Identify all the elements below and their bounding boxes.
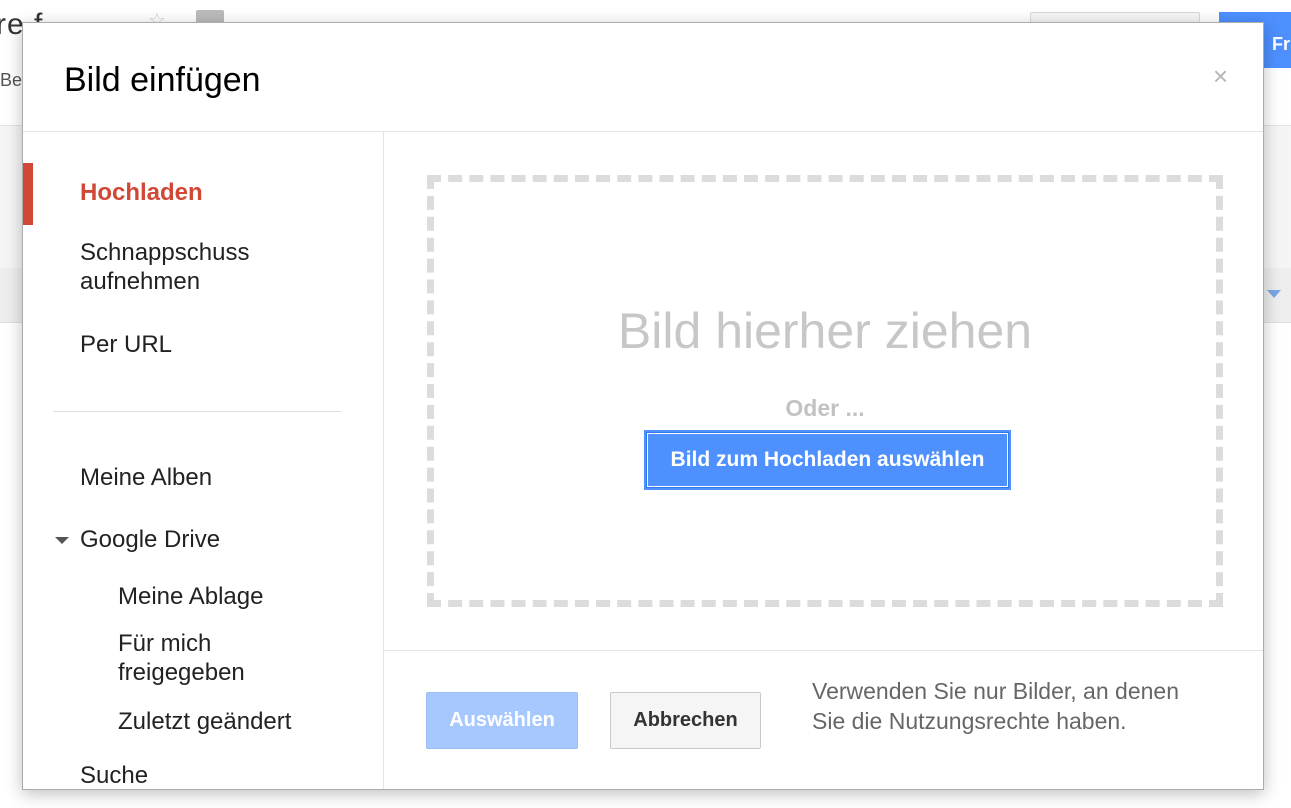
- sidebar-item-my-drive[interactable]: Meine Ablage: [118, 582, 263, 611]
- sidebar-item-snapshot[interactable]: Schnappschuss aufnehmen: [80, 238, 249, 296]
- insert-image-dialog: Bild einfügen × Hochladen Schnappschuss …: [22, 22, 1264, 790]
- cancel-button[interactable]: Abbrechen: [610, 692, 761, 749]
- active-indicator: [23, 163, 33, 225]
- close-icon[interactable]: ×: [1213, 63, 1228, 89]
- dialog-title: Bild einfügen: [64, 61, 261, 99]
- sidebar-item-upload[interactable]: Hochladen: [80, 178, 203, 207]
- ruler-marker-icon: [1267, 290, 1281, 298]
- source-sidebar: Hochladen Schnappschuss aufnehmen Per UR…: [23, 132, 384, 789]
- background-menu-fragment: Be: [0, 70, 23, 90]
- sidebar-item-shared-with-me[interactable]: Für mich freigegeben: [118, 629, 245, 687]
- expand-triangle-icon[interactable]: [55, 537, 69, 544]
- sidebar-divider: [53, 411, 341, 412]
- drop-zone-title: Bild hierher ziehen: [617, 303, 1033, 359]
- footer-divider: [384, 650, 1263, 651]
- drop-zone-or-text: Oder ...: [785, 395, 865, 421]
- choose-image-button[interactable]: Bild zum Hochladen auswählen: [646, 432, 1009, 488]
- sidebar-item-recent[interactable]: Zuletzt geändert: [118, 707, 291, 736]
- sidebar-item-search[interactable]: Suche: [80, 761, 148, 789]
- sidebar-item-my-albums[interactable]: Meine Alben: [80, 463, 212, 492]
- sidebar-item-google-drive[interactable]: Google Drive: [80, 525, 220, 554]
- select-button[interactable]: Auswählen: [426, 692, 578, 749]
- sidebar-item-by-url[interactable]: Per URL: [80, 330, 172, 359]
- image-drop-zone[interactable]: Bild hierher ziehen Oder ... Bild zum Ho…: [427, 175, 1223, 607]
- usage-rights-note: Verwenden Sie nur Bilder, an denen Sie d…: [812, 678, 1179, 734]
